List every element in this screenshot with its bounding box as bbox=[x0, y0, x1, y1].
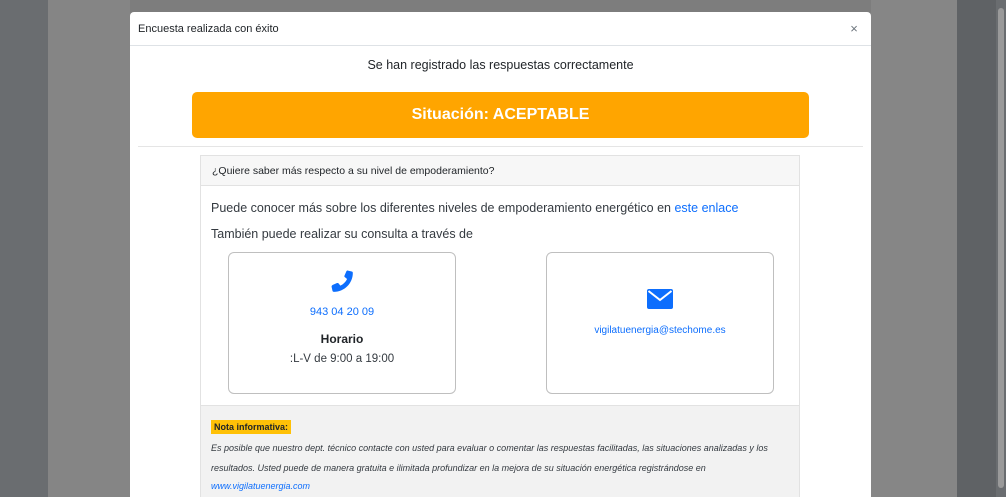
empowerment-link[interactable]: este enlace bbox=[674, 201, 738, 215]
scrollbar[interactable] bbox=[996, 0, 1006, 497]
info-text: Puede conocer más sobre los diferentes n… bbox=[211, 201, 789, 215]
email-link[interactable]: vigilatuenergia@stechome.es bbox=[594, 325, 725, 336]
website-link[interactable]: www.vigilatuenergia.com bbox=[211, 478, 789, 494]
modal-title: Encuesta realizada con éxito bbox=[138, 22, 279, 35]
survey-result-modal: Encuesta realizada con éxito × Se han re… bbox=[130, 12, 871, 497]
note-text: Es posible que nuestro dept. técnico con… bbox=[211, 443, 768, 473]
consult-text: También puede realizar su consulta a tra… bbox=[211, 227, 473, 241]
phone-contact-box: 943 04 20 09 Horario :L-V de 9:00 a 19:0… bbox=[228, 252, 456, 394]
backdrop-strip bbox=[48, 0, 130, 497]
envelope-icon bbox=[647, 289, 673, 309]
email-contact-box: vigilatuenergia@stechome.es bbox=[546, 252, 774, 394]
card-body: Puede conocer más sobre los diferentes n… bbox=[201, 201, 799, 241]
info-note: Nota informativa: Es posible que nuestro… bbox=[201, 405, 799, 497]
divider bbox=[138, 146, 863, 147]
status-banner: Situación: ACEPTABLE bbox=[192, 92, 809, 138]
close-button[interactable]: × bbox=[847, 21, 861, 36]
schedule-title: Horario bbox=[320, 332, 364, 346]
card-header: ¿Quiere saber más respecto a su nivel de… bbox=[201, 156, 799, 186]
phone-number[interactable]: 943 04 20 09 bbox=[310, 306, 374, 318]
empowerment-card: ¿Quiere saber más respecto a su nivel de… bbox=[200, 155, 800, 497]
modal-header: Encuesta realizada con éxito × bbox=[130, 12, 871, 46]
backdrop-top bbox=[130, 0, 871, 12]
scrollbar-thumb[interactable] bbox=[998, 8, 1004, 488]
success-message: Se han registrado las respuestas correct… bbox=[367, 58, 634, 72]
backdrop-left bbox=[0, 0, 48, 497]
backdrop-right bbox=[871, 0, 957, 497]
schedule-text: :L-V de 9:00 a 19:00 bbox=[289, 353, 395, 365]
phone-icon bbox=[331, 270, 353, 292]
note-badge: Nota informativa: bbox=[211, 420, 292, 434]
info-text-label: Puede conocer más sobre los diferentes n… bbox=[211, 201, 675, 215]
